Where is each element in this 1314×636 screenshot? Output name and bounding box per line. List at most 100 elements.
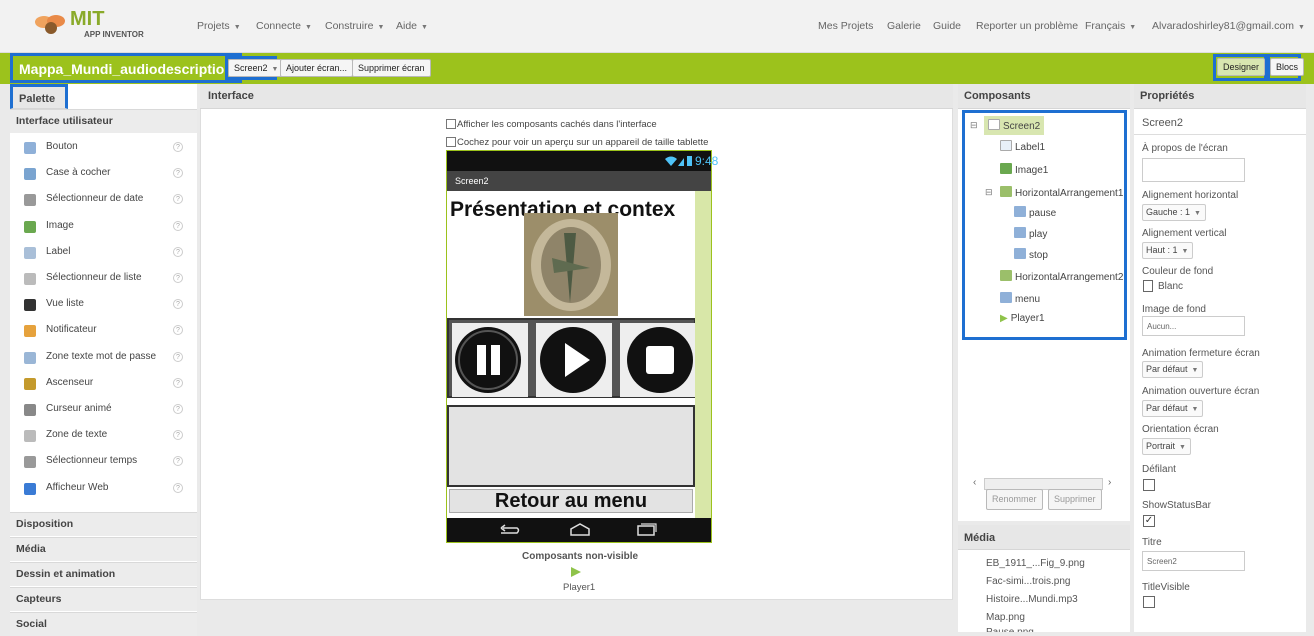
add-screen-button[interactable]: Ajouter écran... [280, 59, 354, 77]
help-icon[interactable]: ? [173, 351, 183, 362]
align-vertical-select[interactable]: Haut : 1 ▼ [1142, 242, 1194, 259]
scroll-right-icon[interactable]: › [1108, 477, 1111, 488]
menu-connecte[interactable]: Connecte ▼ [256, 20, 312, 32]
help-icon[interactable]: ? [173, 430, 183, 441]
play-button[interactable] [536, 323, 612, 397]
title-visible-checkbox[interactable] [1143, 596, 1155, 608]
bg-color-swatch[interactable] [1143, 280, 1153, 292]
rename-button[interactable]: Renommer [986, 489, 1043, 510]
link-mes-projets[interactable]: Mes Projets [818, 20, 873, 32]
tree-item-horizontalarrangement1[interactable]: HorizontalArrangement1 [1000, 186, 1123, 199]
collapse-arrangement1-icon[interactable]: ⊟ [985, 187, 993, 198]
media-file[interactable]: Pause.png [986, 627, 1034, 632]
show-hidden-checkbox[interactable] [446, 119, 456, 129]
help-icon[interactable]: ? [173, 273, 183, 283]
button-icon [1000, 292, 1012, 303]
bg-image-input[interactable]: Aucun... [1142, 316, 1245, 336]
nonvisible-player1[interactable]: Player1 [563, 582, 595, 593]
help-icon[interactable]: ? [173, 377, 183, 388]
tree-item-label1[interactable]: Label1 [1000, 140, 1045, 153]
menu-construire[interactable]: Construire ▼ [325, 20, 384, 32]
orientation-select[interactable]: Portrait ▼ [1142, 438, 1191, 455]
language-menu[interactable]: Français ▼ [1085, 20, 1136, 32]
tree-item-stop[interactable]: stop [1014, 248, 1048, 261]
menu-aide[interactable]: Aide ▼ [396, 20, 428, 32]
palette-item-label[interactable]: Label? [10, 241, 197, 267]
palette-item-spinner[interactable]: Curseur animé? [10, 398, 197, 424]
bee-logo-icon [35, 15, 65, 34]
help-icon[interactable]: ? [173, 325, 183, 336]
account-menu[interactable]: Alvaradoshirley81@gmail.com ▼ [1152, 20, 1305, 32]
category-sensors[interactable]: Capteurs [10, 587, 197, 611]
palette-item-checkbox[interactable]: Case à cocher? [10, 162, 197, 188]
menu-projets[interactable]: Projets ▼ [197, 20, 241, 32]
tree-item-screen2[interactable]: Screen2 [984, 116, 1045, 135]
designer-button[interactable]: Designer [1217, 58, 1266, 76]
category-drawing-animation[interactable]: Dessin et animation [10, 562, 197, 586]
about-screen-textarea[interactable] [1142, 158, 1245, 182]
show-statusbar-checkbox[interactable]: ✓ [1143, 515, 1155, 527]
category-user-interface[interactable]: Interface utilisateur [10, 109, 197, 133]
help-icon[interactable]: ? [173, 168, 183, 179]
app-inventor-logo[interactable]: MIT APP INVENTOR [34, 8, 144, 46]
media-file[interactable]: Map.png [986, 612, 1025, 623]
palette-item-notifier[interactable]: Notificateur? [10, 319, 197, 345]
help-icon[interactable]: ? [173, 142, 183, 152]
link-report-problem[interactable]: Reporter un problème [976, 20, 1078, 32]
close-animation-select[interactable]: Par défaut ▼ [1142, 361, 1204, 378]
link-guide[interactable]: Guide [933, 20, 961, 32]
open-animation-select[interactable]: Par défaut ▼ [1142, 400, 1204, 417]
screen-select-dropdown[interactable]: Screen2 ▼ [228, 59, 285, 77]
collapse-screen2-icon[interactable]: ⊟ [970, 120, 978, 131]
stop-button[interactable] [620, 323, 695, 397]
palette-item-password[interactable]: Zone texte mot de passe? [10, 346, 197, 372]
tree-item-menu[interactable]: menu [1000, 292, 1040, 305]
media-file[interactable]: EB_1911_...Fig_9.png [986, 558, 1085, 569]
bg-color-value[interactable]: Blanc [1158, 281, 1183, 292]
palette-item-listview[interactable]: Vue liste? [10, 293, 197, 319]
palette-item-image[interactable]: Image? [10, 215, 197, 241]
palette-item-timepicker[interactable]: Sélectionneur temps? [10, 450, 197, 476]
back-nav-icon [500, 524, 520, 534]
phone-screen-body: Présentation et contex Retour au menu [447, 191, 695, 518]
palette-item-webviewer[interactable]: Afficheur Web? [10, 477, 197, 503]
remove-screen-button[interactable]: Supprimer écran [352, 59, 431, 77]
category-layout[interactable]: Disposition [10, 512, 197, 536]
scroll-left-icon[interactable]: ‹ [973, 477, 976, 488]
align-horizontal-select[interactable]: Gauche : 1 ▼ [1142, 204, 1206, 221]
tree-item-image1[interactable]: Image1 [1000, 163, 1048, 176]
palette-item-slider[interactable]: Ascenseur? [10, 372, 197, 398]
help-icon[interactable]: ? [173, 456, 183, 467]
delete-component-button[interactable]: Supprimer [1048, 489, 1102, 510]
help-icon[interactable]: ? [173, 220, 183, 231]
palette-item-button[interactable]: Bouton? [10, 136, 197, 162]
category-media[interactable]: Média [10, 537, 197, 561]
media-file[interactable]: Fac-simi...trois.png [986, 576, 1070, 587]
scrollable-checkbox[interactable] [1143, 479, 1155, 491]
tree-item-pause[interactable]: pause [1014, 206, 1056, 219]
pause-button[interactable] [452, 323, 528, 397]
help-icon[interactable]: ? [173, 482, 183, 493]
palette-item-textbox[interactable]: Zone de texte? [10, 424, 197, 450]
properties-component-name: Screen2 [1142, 117, 1183, 129]
help-icon[interactable]: ? [173, 194, 183, 205]
menu-back-button[interactable]: Retour au menu [449, 489, 693, 513]
palette-item-datepicker[interactable]: Sélectionneur de date? [10, 188, 197, 214]
media-file[interactable]: Histoire...Mundi.mp3 [986, 594, 1078, 605]
category-social[interactable]: Social [10, 612, 197, 636]
help-icon[interactable]: ? [173, 299, 183, 310]
title-input[interactable]: Screen2 [1142, 551, 1245, 571]
tablet-preview-checkbox[interactable] [446, 137, 456, 147]
horizontal-arrangement2 [447, 405, 695, 487]
image1-map-picture[interactable] [524, 213, 618, 316]
palette-item-listpicker[interactable]: Sélectionneur de liste? [10, 267, 197, 293]
help-icon[interactable]: ? [173, 246, 183, 257]
tree-item-player1[interactable]: ▶ Player1 [1000, 313, 1045, 324]
player-icon[interactable] [570, 566, 582, 578]
link-galerie[interactable]: Galerie [887, 20, 921, 32]
tree-item-play[interactable]: play [1014, 227, 1047, 240]
tree-item-horizontalarrangement2[interactable]: HorizontalArrangement2 [1000, 270, 1123, 283]
help-icon[interactable]: ? [173, 404, 183, 414]
map-image [524, 213, 618, 316]
blocks-button[interactable]: Blocs [1270, 58, 1305, 76]
